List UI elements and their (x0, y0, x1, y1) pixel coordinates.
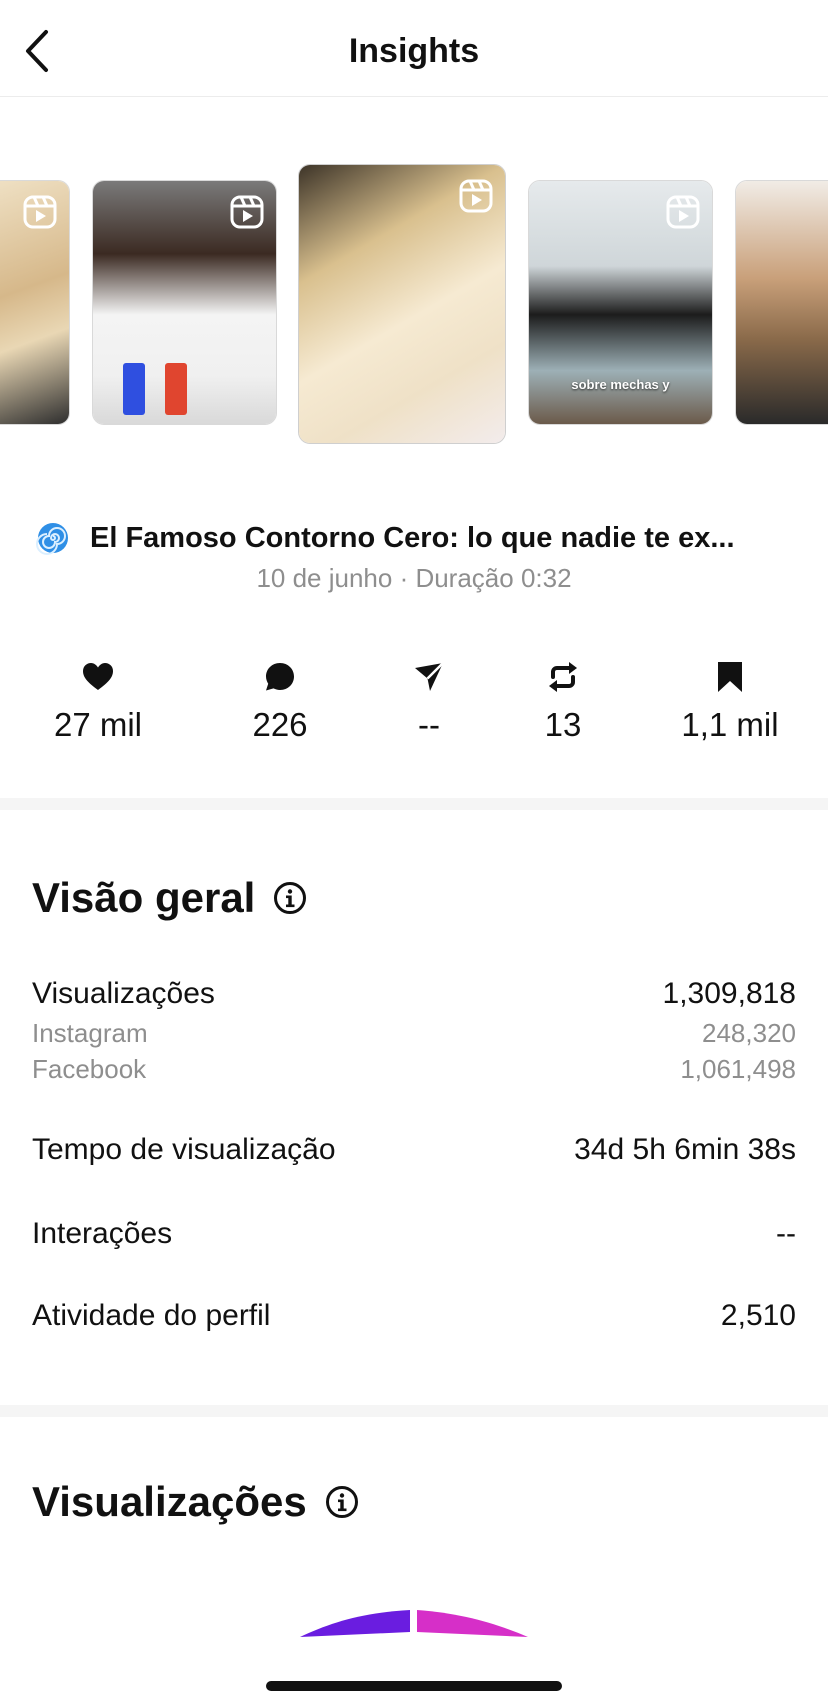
watch-time-value: 34d 5h 6min 38s (574, 1133, 796, 1166)
spiral-icon (36, 523, 68, 555)
reel-thumb-4[interactable]: sobre mechas y (528, 180, 713, 425)
interactions-row: Interações -- (32, 1217, 796, 1251)
reposts-stat: 13 (483, 660, 643, 744)
info-icon[interactable] (325, 1485, 359, 1519)
instagram-views-row: Instagram 248,320 (32, 1018, 796, 1049)
reel-thumb-5[interactable] (735, 180, 828, 425)
section-divider (0, 798, 828, 810)
views-heading: Visualizações (32, 1478, 359, 1526)
reels-icon (23, 195, 57, 229)
views-row: Visualizações 1,309,818 (32, 977, 796, 1011)
views-section-title: Visualizações (32, 1478, 307, 1525)
likes-stat: 27 mil (18, 660, 178, 744)
home-indicator[interactable] (266, 1681, 562, 1691)
reel-thumb-image (736, 181, 828, 424)
post-title-row: El Famoso Contorno Cero: lo que nadie te… (36, 518, 796, 558)
overview-title: Visão geral (32, 874, 256, 921)
reel-thumb-3[interactable] (298, 164, 506, 444)
profile-activity-label: Atividade do perfil (32, 1299, 271, 1332)
views-donut-chart (300, 1610, 528, 1637)
top-bar: Insights (0, 0, 828, 97)
comments-stat: 226 (200, 660, 360, 744)
instagram-segment (300, 1610, 410, 1637)
repost-icon (549, 662, 577, 692)
info-icon[interactable] (273, 881, 307, 915)
likes-count: 27 mil (53, 706, 143, 743)
saves-count: 1,1 mil (681, 706, 779, 743)
watch-time-row: Tempo de visualização 34d 5h 6min 38s (32, 1133, 796, 1167)
insights-screen: Insights sobre mechas y El Famoso Contor… (0, 0, 828, 1705)
post-date-duration: 10 de junho · Duração 0:32 (256, 563, 572, 593)
reels-icon (230, 195, 264, 229)
facebook-segment (417, 1610, 528, 1637)
facebook-value: 1,061,498 (680, 1054, 796, 1084)
reel-thumb-2[interactable] (92, 180, 277, 425)
instagram-value: 248,320 (702, 1018, 796, 1048)
send-icon (415, 662, 444, 691)
reposts-count: 13 (544, 706, 582, 743)
reel-caption: sobre mechas y (571, 377, 670, 392)
heart-icon (83, 663, 113, 690)
engagement-stats: 27 mil 226 -- 13 1,1 mil (0, 660, 828, 750)
views-value: 1,309,818 (662, 977, 796, 1010)
watch-time-label: Tempo de visualização (32, 1133, 336, 1166)
section-divider (0, 1405, 828, 1417)
reels-icon (666, 195, 700, 229)
interactions-value: -- (776, 1217, 796, 1250)
facebook-views-row: Facebook 1,061,498 (32, 1054, 796, 1085)
page-title: Insights (348, 32, 480, 70)
profile-activity-value: 2,510 (720, 1299, 796, 1332)
reel-thumb-1[interactable] (0, 180, 70, 425)
saves-stat: 1,1 mil (650, 660, 810, 744)
reels-carousel[interactable]: sobre mechas y (0, 160, 828, 450)
comment-icon (266, 663, 294, 691)
interactions-label: Interações (32, 1217, 173, 1250)
bookmark-icon (718, 662, 742, 692)
comments-count: 226 (252, 706, 308, 743)
facebook-label: Facebook (32, 1054, 147, 1084)
overview-heading: Visão geral (32, 874, 307, 922)
instagram-label: Instagram (32, 1018, 148, 1048)
post-title: El Famoso Contorno Cero: lo que nadie te… (90, 521, 735, 554)
profile-activity-row: Atividade do perfil 2,510 (32, 1299, 796, 1333)
reels-icon (459, 179, 493, 213)
views-label: Visualizações (32, 977, 215, 1010)
